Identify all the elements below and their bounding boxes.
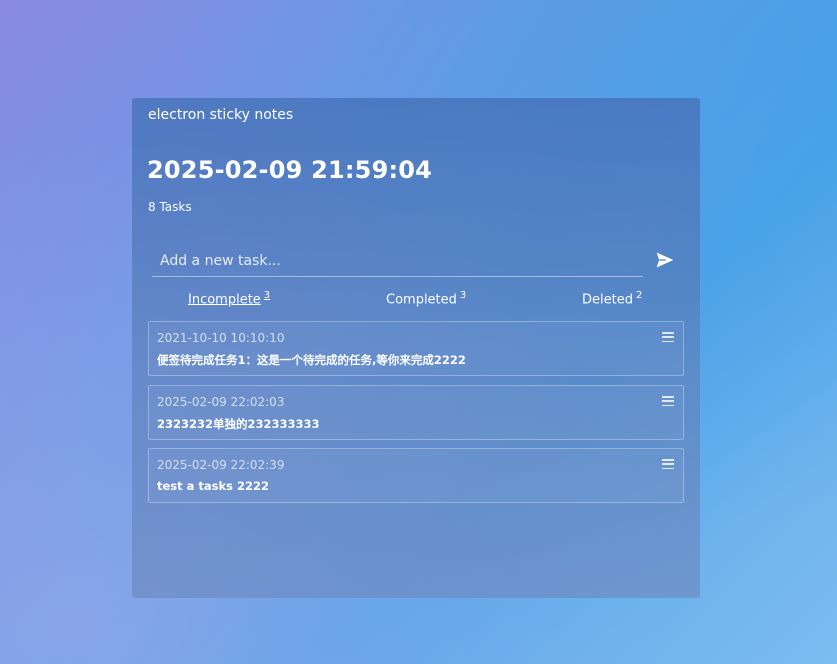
tab-deleted-label: Deleted [582,292,633,308]
app-title: electron sticky notes [148,107,294,123]
task-time: 2025-02-09 22:02:39 [157,458,285,472]
menu-icon[interactable] [662,332,674,343]
tab-incomplete-label: Incomplete [188,292,261,308]
send-button[interactable] [655,250,677,272]
new-task-input[interactable] [152,245,643,277]
task-card[interactable]: 2025-02-09 22:02:03 2323232单独的232333333 [148,385,684,440]
task-card[interactable]: 2021-10-10 10:10:10 便签待完成任务1：这是一个待完成的任务,… [148,321,684,376]
task-text: 2323232单独的232333333 [157,417,320,431]
task-card[interactable]: 2025-02-09 22:02:39 test a tasks 2222 [148,448,684,503]
task-count: 8 Tasks [148,200,192,214]
task-text: 便签待完成任务1：这是一个待完成的任务,等你来完成2222 [157,353,466,367]
current-datetime: 2025-02-09 21:59:04 [147,156,433,184]
task-text: test a tasks 2222 [157,479,270,493]
new-task-row [152,245,682,277]
tab-completed[interactable]: Completed 3 [386,290,466,307]
task-time: 2025-02-09 22:02:03 [157,395,285,409]
tab-completed-label: Completed [386,292,457,308]
sticky-notes-window: electron sticky notes 2025-02-09 21:59:0… [132,98,700,598]
tab-incomplete-count: 3 [263,290,271,301]
tab-deleted[interactable]: Deleted 2 [582,290,642,307]
task-tabs: Incomplete 3 Completed 3 Deleted 2 [148,290,684,312]
menu-icon[interactable] [662,396,674,407]
task-time: 2021-10-10 10:10:10 [157,331,285,345]
tab-incomplete[interactable]: Incomplete 3 [188,290,270,307]
menu-icon[interactable] [662,459,674,470]
tab-completed-count: 3 [459,290,467,301]
tab-deleted-count: 2 [635,290,643,301]
send-icon [656,252,674,268]
